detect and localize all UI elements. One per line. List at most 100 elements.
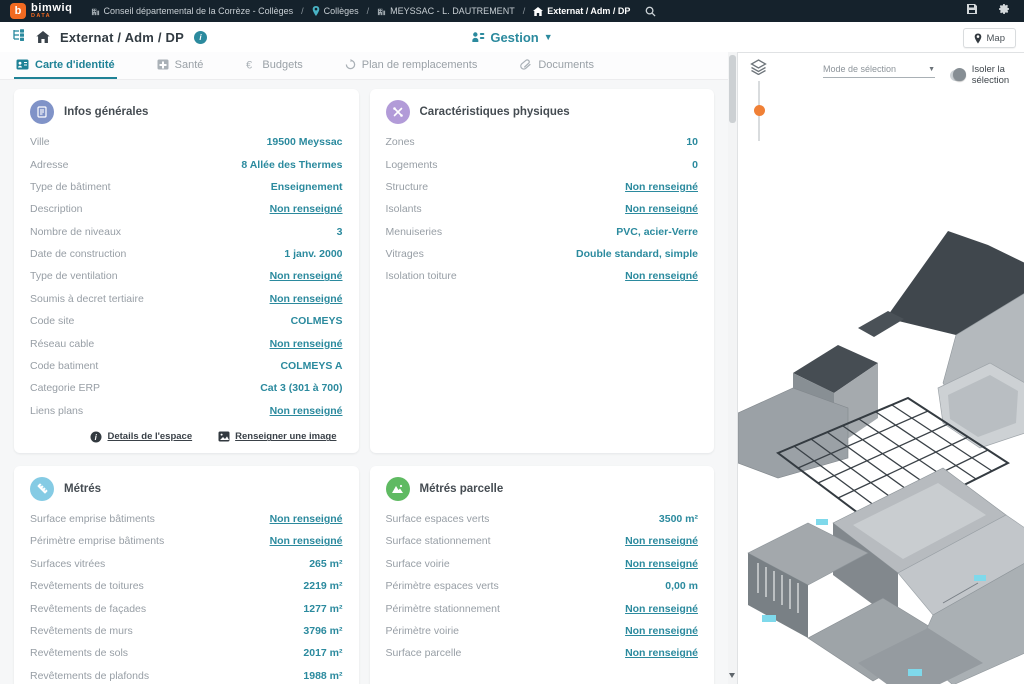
euro-icon: € (245, 59, 256, 70)
field-row: Zones 10 (386, 131, 699, 153)
field-value[interactable]: COLMEYS A (280, 360, 342, 372)
breadcrumb-item-building[interactable]: MEYSSAC - L. DAUTREMENT (377, 6, 515, 16)
field-label: Revêtements de toitures (30, 580, 144, 592)
field-row: Réseau cable Non renseigné (30, 332, 343, 354)
field-label: Menuiseries (386, 226, 443, 238)
field-label: Surfaces vitrées (30, 558, 105, 570)
field-value[interactable]: 0 (692, 159, 698, 171)
gestion-menu[interactable]: Gestion ▼ (471, 22, 552, 52)
field-label: Type de bâtiment (30, 181, 111, 193)
save-button[interactable] (966, 2, 978, 20)
breadcrumb-separator: / (301, 6, 304, 16)
breadcrumb-item-root[interactable]: Conseil départemental de la Corrèze - Co… (91, 6, 294, 16)
info-icon[interactable]: i (194, 31, 207, 44)
field-value[interactable]: Non renseigné (625, 647, 698, 659)
field-value[interactable]: Non renseigné (270, 535, 343, 547)
field-row: Surface voirie Non renseigné (386, 553, 699, 575)
field-value[interactable]: Non renseigné (270, 270, 343, 282)
tab-budgets[interactable]: € Budgets (243, 52, 304, 79)
field-label: Surface voirie (386, 558, 450, 570)
field-value[interactable]: 2017 m² (303, 647, 342, 659)
chevron-down-icon: ▼ (544, 32, 553, 42)
scrollbar-down-arrow[interactable] (729, 673, 735, 678)
field-label: Type de ventilation (30, 270, 118, 282)
breadcrumb-item-current[interactable]: Externat / Adm / DP (533, 6, 630, 16)
field-label: Revêtements de murs (30, 625, 133, 637)
field-value[interactable]: 2219 m² (303, 580, 342, 592)
layers-icon (750, 59, 767, 75)
field-row: Périmètre emprise bâtiments Non renseign… (30, 530, 343, 552)
field-label: Nombre de niveaux (30, 226, 121, 238)
field-value[interactable]: Non renseigné (625, 603, 698, 615)
layers-button[interactable] (750, 59, 767, 80)
field-label: Revêtements de plafonds (30, 670, 149, 682)
field-value[interactable]: 0,00 m (665, 580, 698, 592)
field-value[interactable]: Non renseigné (270, 513, 343, 525)
brand-logo-icon: b (10, 3, 26, 19)
settings-button[interactable] (998, 2, 1010, 20)
cards-grid: Infos générales Ville 19500 Meyssac (0, 80, 728, 684)
field-label: Surface espaces verts (386, 513, 490, 525)
field-value[interactable]: Double standard, simple (576, 248, 698, 260)
level-slider[interactable] (758, 81, 760, 141)
field-value[interactable]: 265 m² (309, 558, 342, 570)
field-value[interactable]: 3 (337, 226, 343, 238)
isolate-selection-toggle[interactable] (950, 70, 966, 81)
metres-parcelle-icon (386, 477, 410, 501)
home-icon[interactable] (36, 31, 50, 43)
isolate-selection-label: Isoler la sélection (972, 64, 1024, 86)
field-value[interactable]: PVC, acier-Verre (616, 226, 698, 238)
field-value[interactable]: 3500 m² (659, 513, 698, 525)
selection-mode-select[interactable]: Mode de sélection ▼ (823, 64, 935, 78)
field-value[interactable]: 10 (686, 136, 698, 148)
vertical-scrollbar[interactable] (728, 52, 737, 684)
search-button[interactable] (645, 6, 656, 17)
tree-view-button[interactable] (12, 28, 26, 46)
scrollbar-thumb[interactable] (729, 55, 736, 123)
field-value[interactable]: Non renseigné (625, 181, 698, 193)
tab-label: Santé (175, 59, 204, 71)
card-metres: Métrés Surface emprise bâtiments Non ren… (14, 466, 359, 684)
field-label: Logements (386, 159, 438, 171)
field-value[interactable]: Non renseigné (625, 535, 698, 547)
field-value[interactable]: 1277 m² (303, 603, 342, 615)
field-value[interactable]: 1 janv. 2000 (284, 248, 342, 260)
pin-icon (974, 33, 982, 44)
viewer-3d-panel[interactable]: Mode de sélection ▼ Isoler la sélection (737, 52, 1024, 684)
tab-plan-remplacements[interactable]: Plan de remplacements (343, 52, 480, 79)
field-row: Logements 0 (386, 153, 699, 175)
map-button[interactable]: Map (963, 28, 1016, 48)
field-value[interactable]: 19500 Meyssac (267, 136, 343, 148)
field-value[interactable]: Non renseigné (625, 625, 698, 637)
field-value[interactable]: Non renseigné (625, 558, 698, 570)
field-value[interactable]: Cat 3 (301 à 700) (260, 382, 342, 394)
field-value[interactable]: Non renseigné (270, 405, 343, 417)
field-label: Isolants (386, 203, 422, 215)
field-value[interactable]: Non renseigné (625, 270, 698, 282)
level-slider-thumb[interactable] (754, 105, 765, 116)
bim-3d-model[interactable] (738, 223, 1024, 684)
brand-logo[interactable]: b bimwiq DATA (10, 3, 73, 20)
field-value[interactable]: 1988 m² (303, 670, 342, 682)
field-value[interactable]: Non renseigné (270, 338, 343, 350)
breadcrumb-separator: / (523, 6, 526, 16)
field-value[interactable]: 3796 m² (303, 625, 342, 637)
field-row: Nombre de niveaux 3 (30, 221, 343, 243)
svg-text:€: € (246, 60, 252, 71)
field-row: Isolants Non renseigné (386, 198, 699, 220)
field-value[interactable]: COLMEYS (291, 315, 343, 327)
field-value[interactable]: 8 Allée des Thermes (241, 159, 342, 171)
tab-sante[interactable]: Santé (155, 52, 206, 79)
field-value[interactable]: Non renseigné (270, 203, 343, 215)
breadcrumb-item-site[interactable]: Collèges (312, 6, 359, 16)
field-label: Liens plans (30, 405, 83, 417)
tab-carte-identite[interactable]: Carte d'identité (14, 52, 117, 79)
tab-documents[interactable]: Documents (517, 52, 596, 79)
field-row: Menuiseries PVC, acier-Verre (386, 221, 699, 243)
field-value[interactable]: Non renseigné (270, 293, 343, 305)
set-image-link[interactable]: Renseigner une image (218, 431, 336, 443)
info-circle-icon: i (90, 431, 102, 443)
field-value[interactable]: Non renseigné (625, 203, 698, 215)
field-value[interactable]: Enseignement (271, 181, 343, 193)
space-details-link[interactable]: i Details de l'espace (90, 431, 192, 443)
